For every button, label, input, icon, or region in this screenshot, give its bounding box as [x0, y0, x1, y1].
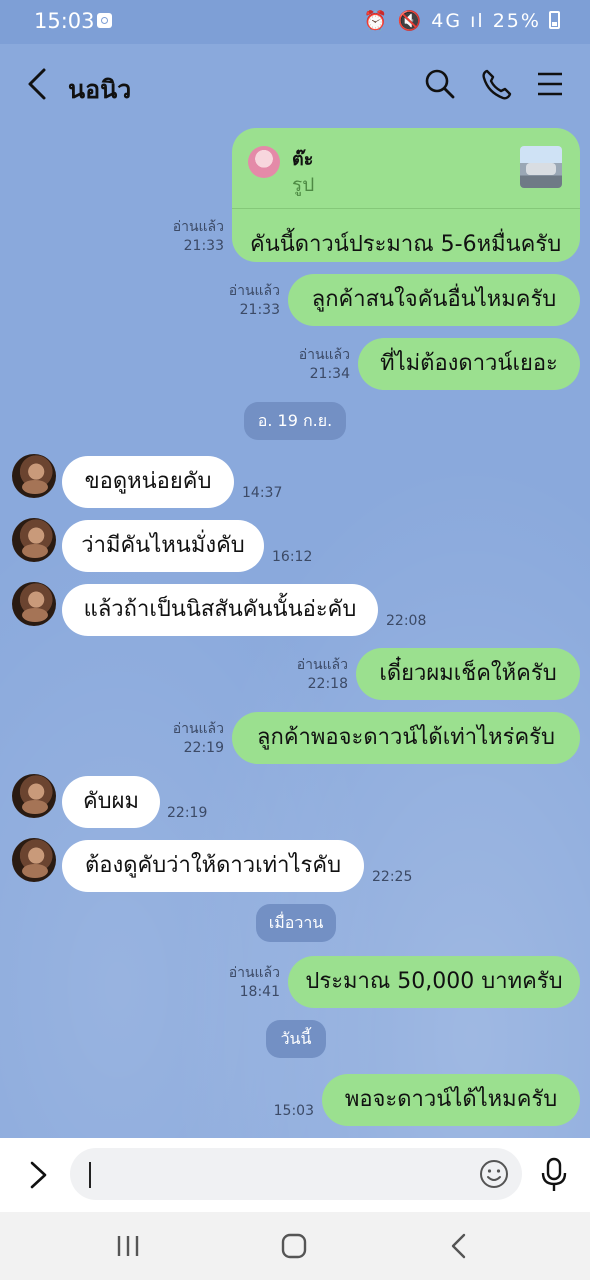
search-icon[interactable] [424, 66, 456, 106]
message-time: 22:19 [183, 740, 224, 756]
incoming-message[interactable]: ขอดูหน่อยคับ [62, 456, 234, 508]
date-separator: วันนี้ [266, 1020, 326, 1058]
read-receipt: อ่านแล้ว [296, 657, 348, 673]
outgoing-message[interactable]: ลูกค้าพอจะดาวน์ได้เท่าไหร่ครับ [232, 712, 580, 764]
reply-divider [232, 208, 580, 209]
message-text: แล้วถ้าเป็นนิสสันคันนั้นอ่ะคับ [83, 597, 357, 622]
outgoing-message[interactable]: ประมาณ 50,000 บาทครับ [288, 956, 580, 1008]
status-icons-text: ⏰ 🔇 4G ıl [363, 10, 485, 32]
message-text: ลูกค้าสนใจคันอื่นไหมครับ [311, 287, 557, 312]
incoming-message[interactable]: แล้วถ้าเป็นนิสสันคันนั้นอ่ะคับ [62, 584, 378, 636]
phone-icon[interactable] [480, 66, 512, 106]
outgoing-message[interactable]: พอจะดาวน์ได้ไหมครับ [322, 1074, 580, 1126]
emoji-icon[interactable] [478, 1158, 510, 1194]
status-time: 15:03 [34, 9, 95, 33]
message-time: 21:33 [239, 302, 280, 318]
reply-message-bubble[interactable]: ต๊ะ รูป คันนี้ดาวน์ประมาณ 5-6หมื่นครับ [232, 128, 580, 262]
incoming-message[interactable]: คับผม [62, 776, 160, 828]
message-meta: อ่านแล้ว 21:33 [173, 218, 224, 256]
status-bar: 15:03 ⏰ 🔇 4G ıl 25% [0, 0, 590, 44]
incoming-message[interactable]: ต้องดูคับว่าให้ดาวเท่าไรคับ [62, 840, 364, 892]
car-photo-thumbnail[interactable] [520, 146, 562, 188]
message-text: พอจะดาวน์ได้ไหมครับ [344, 1087, 558, 1112]
read-receipt: อ่านแล้ว [172, 721, 224, 737]
battery-icon [549, 11, 560, 29]
chat-area[interactable]: อ่านแล้ว 21:33 ต๊ะ รูป คันนี้ดาวน์ประมาณ… [0, 126, 590, 1138]
message-meta: อ่านแล้ว 21:34 [299, 346, 350, 384]
chat-header: นอนิว [0, 44, 590, 126]
message-time: 22:19 [167, 805, 208, 821]
message-meta: อ่านแล้ว 22:18 [297, 656, 348, 694]
avatar[interactable] [12, 774, 56, 818]
expand-chevron-icon[interactable] [28, 1160, 50, 1194]
back-nav-icon[interactable] [448, 1232, 470, 1264]
reply-avatar [248, 146, 280, 178]
message-text: ลูกค้าพอจะดาวน์ได้เท่าไหร่ครับ [257, 725, 555, 750]
message-time: 14:37 [242, 485, 283, 501]
message-time: 15:03 [273, 1103, 314, 1119]
date-separator: อ. 19 ก.ย. [244, 402, 346, 440]
recent-apps-icon[interactable] [116, 1232, 140, 1264]
message-text: เดี๋ยวผมเช็คให้ครับ [379, 661, 557, 686]
avatar[interactable] [12, 518, 56, 562]
message-time: 22:18 [307, 676, 348, 692]
contact-name[interactable]: นอนิว [68, 70, 131, 110]
message-input[interactable] [70, 1148, 522, 1200]
notification-icon [97, 13, 112, 28]
back-arrow-icon[interactable] [24, 66, 52, 106]
message-time: 22:08 [386, 613, 427, 629]
message-meta: อ่านแล้ว 21:33 [229, 282, 280, 320]
message-meta: อ่านแล้ว 22:19 [173, 720, 224, 758]
message-time: 21:33 [183, 238, 224, 254]
message-text: ประมาณ 50,000 บาทครับ [305, 969, 563, 994]
outgoing-message[interactable]: ที่ไม่ต้องดาวน์เยอะ [358, 338, 580, 390]
system-navigation-bar [0, 1212, 590, 1280]
message-input-bar [0, 1138, 590, 1212]
read-receipt: อ่านแล้ว [172, 219, 224, 235]
read-receipt: อ่านแล้ว [228, 965, 280, 981]
avatar[interactable] [12, 838, 56, 882]
message-text: ที่ไม่ต้องดาวน์เยอะ [380, 351, 558, 376]
outgoing-message[interactable]: เดี๋ยวผมเช็คให้ครับ [356, 648, 580, 700]
message-text: ต้องดูคับว่าให้ดาวเท่าไรคับ [84, 853, 342, 878]
text-cursor [89, 1162, 91, 1188]
message-time: 16:12 [272, 549, 313, 565]
message-time: 21:34 [309, 366, 350, 382]
microphone-icon[interactable] [540, 1157, 568, 1197]
home-icon[interactable] [280, 1232, 308, 1264]
avatar[interactable] [12, 582, 56, 626]
message-text: ขอดูหน่อยคับ [84, 469, 212, 494]
avatar[interactable] [12, 454, 56, 498]
incoming-message[interactable]: ว่ามีคันไหนมั่งคับ [62, 520, 264, 572]
message-time: 22:25 [372, 869, 413, 885]
status-icons: ⏰ 🔇 4G ıl 25% [364, 9, 560, 32]
read-receipt: อ่านแล้ว [228, 283, 280, 299]
date-separator: เมื่อวาน [256, 904, 336, 942]
outgoing-message[interactable]: ลูกค้าสนใจคันอื่นไหมครับ [288, 274, 580, 326]
reply-type-label: รูป [292, 174, 315, 196]
message-meta: อ่านแล้ว 18:41 [229, 964, 280, 1002]
battery-percent: 25% [492, 10, 541, 32]
menu-icon[interactable] [536, 66, 564, 106]
message-time: 18:41 [239, 984, 280, 1000]
message-text: คับผม [82, 789, 140, 814]
read-receipt: อ่านแล้ว [298, 347, 350, 363]
reply-sender-name: ต๊ะ [292, 149, 314, 170]
message-text: ว่ามีคันไหนมั่งคับ [81, 533, 245, 558]
message-text: คันนี้ดาวน์ประมาณ 5-6หมื่นครับ [250, 232, 562, 257]
